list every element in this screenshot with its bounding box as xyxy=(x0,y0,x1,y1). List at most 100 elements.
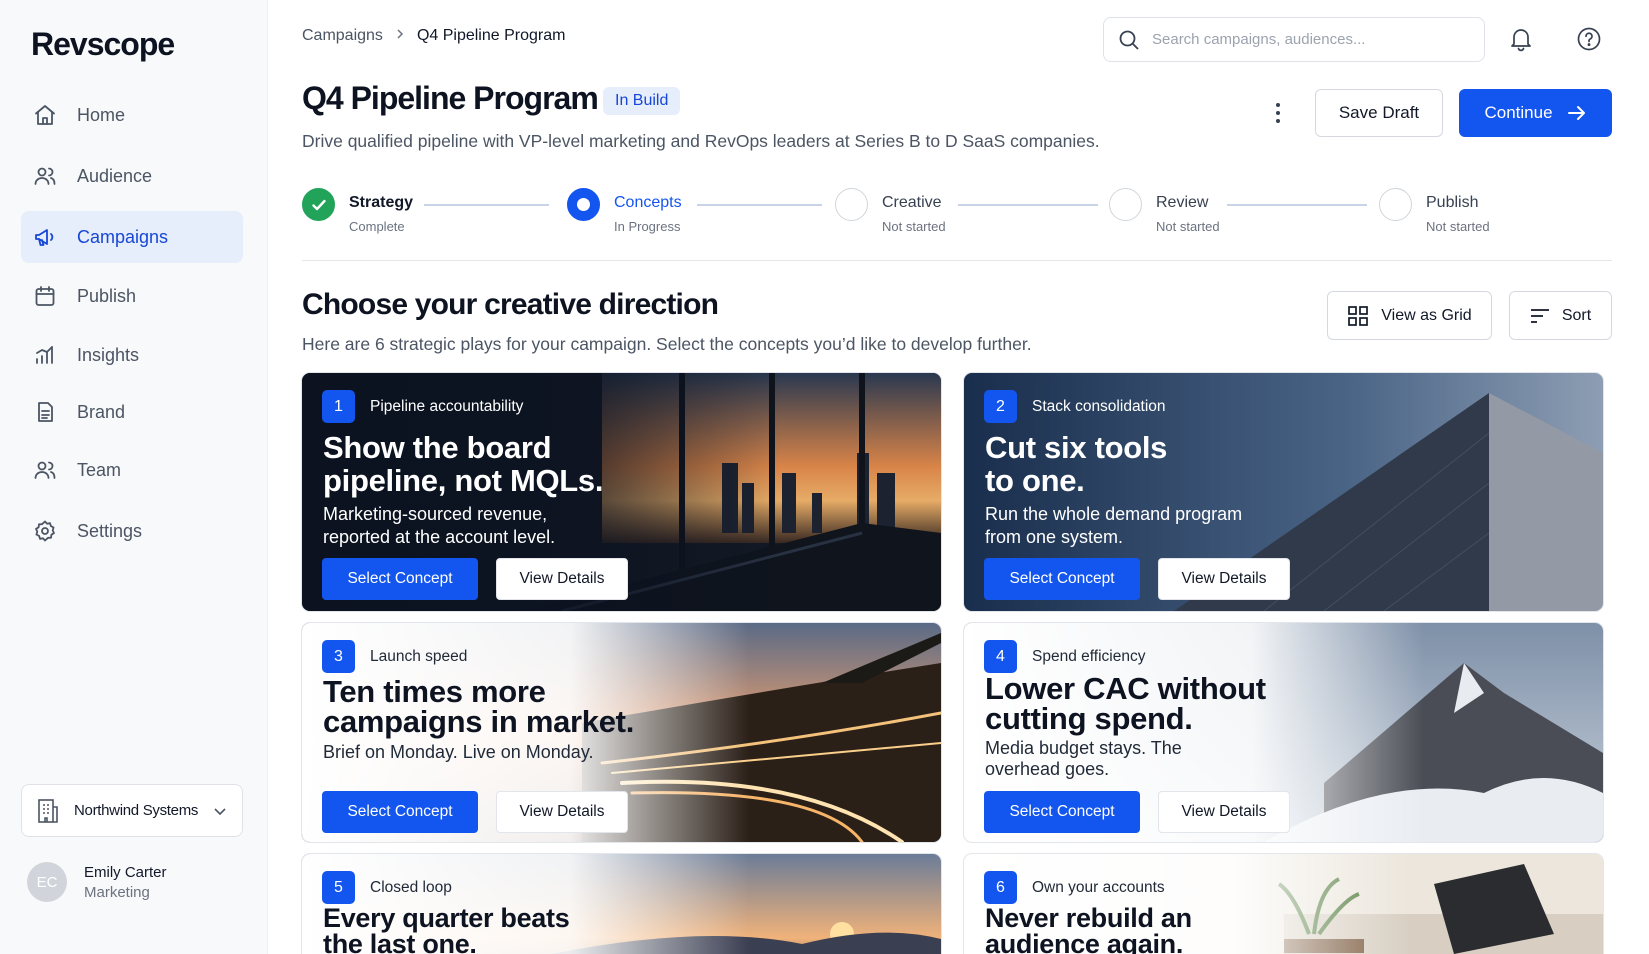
users-icon xyxy=(33,164,57,188)
step-publish[interactable]: Publish Not started xyxy=(1379,188,1490,234)
sidebar-item-brand[interactable]: Brand xyxy=(21,386,243,438)
concept-number: 4 xyxy=(984,640,1017,673)
user-profile[interactable]: EC Emily Carter Marketing xyxy=(27,862,167,902)
pending-step-indicator xyxy=(835,188,868,221)
page-title: Q4 Pipeline Program xyxy=(302,80,599,116)
sidebar-item-audience[interactable]: Audience xyxy=(21,150,243,202)
concept-tag: Pipeline accountability xyxy=(370,398,524,415)
concept-tag: Launch speed xyxy=(370,648,468,665)
sidebar-item-publish[interactable]: Publish xyxy=(21,270,243,322)
concept-tag: Stack consolidation xyxy=(1032,398,1166,415)
select-concept-button[interactable]: Select Concept xyxy=(322,791,478,833)
sidebar-item-settings[interactable]: Settings xyxy=(21,505,243,557)
concept-card-3[interactable]: 3 Launch speed Ten times more campaigns … xyxy=(302,623,941,842)
save-draft-button[interactable]: Save Draft xyxy=(1315,89,1443,137)
help-icon[interactable] xyxy=(1576,26,1602,52)
chevron-right-icon xyxy=(395,27,405,45)
view-details-button[interactable]: View Details xyxy=(1158,791,1290,833)
bar-chart-icon xyxy=(33,343,57,367)
status-badge: In Build xyxy=(603,87,681,115)
search-input[interactable] xyxy=(1152,31,1452,48)
view-as-grid-button[interactable]: View as Grid xyxy=(1327,291,1492,340)
select-concept-button[interactable]: Select Concept xyxy=(984,558,1140,600)
view-details-button[interactable]: View Details xyxy=(496,791,628,833)
sort-icon xyxy=(1530,308,1550,324)
step-connector xyxy=(697,204,822,206)
arrow-right-icon xyxy=(1567,105,1587,121)
breadcrumb-campaigns[interactable]: Campaigns xyxy=(302,27,383,45)
step-label: Concepts xyxy=(614,194,682,211)
concept-card-1[interactable]: 1 Pipeline accountability Show the board… xyxy=(302,373,941,611)
sidebar-item-insights[interactable]: Insights xyxy=(21,329,243,381)
megaphone-icon xyxy=(33,225,57,249)
concept-headline: Ten times more campaigns in market. xyxy=(323,674,635,739)
concept-card-5[interactable]: 5 Closed loop Every quarter beats the la… xyxy=(302,854,941,954)
step-concepts[interactable]: Concepts In Progress xyxy=(567,188,682,234)
view-label: View as Grid xyxy=(1381,306,1472,324)
home-icon xyxy=(33,103,57,127)
sidebar-item-label: Publish xyxy=(77,285,137,306)
concept-number: 1 xyxy=(322,390,355,423)
continue-button[interactable]: Continue xyxy=(1459,89,1612,137)
section-subtitle: Here are 6 strategic plays for your camp… xyxy=(302,334,1032,354)
org-name: Northwind Systems xyxy=(74,802,199,819)
step-status: Not started xyxy=(1426,219,1490,234)
view-details-button[interactable]: View Details xyxy=(1158,558,1290,600)
step-review[interactable]: Review Not started xyxy=(1109,188,1220,234)
step-label: Review xyxy=(1156,194,1209,211)
concept-body: Brief on Monday. Live on Monday. xyxy=(323,742,594,762)
select-concept-button[interactable]: Select Concept xyxy=(984,791,1140,833)
sidebar-item-label: Brand xyxy=(77,401,126,422)
sidebar: Revscope Home Audience Campaigns Publish… xyxy=(0,0,268,954)
current-step-indicator xyxy=(567,188,600,221)
grid-icon xyxy=(1347,305,1369,327)
concept-card-4[interactable]: 4 Spend efficiency Lower CAC without cut… xyxy=(964,623,1603,842)
section-title: Choose your creative direction xyxy=(302,288,719,321)
user-name: Emily Carter xyxy=(84,863,167,881)
sidebar-item-campaigns[interactable]: Campaigns xyxy=(21,211,243,263)
concept-headline: Cut six tools to one. xyxy=(985,430,1168,498)
sidebar-item-label: Audience xyxy=(77,165,153,186)
concept-headline: Show the board pipeline, not MQLs. xyxy=(323,430,604,498)
concept-card-2[interactable]: 2 Stack consolidation Cut six tools to o… xyxy=(964,373,1603,611)
concept-tag: Spend efficiency xyxy=(1032,648,1146,665)
app-logo[interactable]: Revscope xyxy=(31,26,175,63)
calendar-icon xyxy=(33,284,57,308)
select-concept-button[interactable]: Select Concept xyxy=(322,558,478,600)
page-subtitle: Drive qualified pipeline with VP-level m… xyxy=(302,131,1100,151)
step-connector xyxy=(424,204,549,206)
breadcrumb: Campaigns Q4 Pipeline Program xyxy=(302,27,565,45)
concept-number: 5 xyxy=(322,871,355,904)
concept-headline: Lower CAC without cutting spend. xyxy=(985,671,1266,736)
concept-number: 6 xyxy=(984,871,1017,904)
users-icon xyxy=(33,458,57,482)
concept-tag: Closed loop xyxy=(370,879,452,896)
step-creative[interactable]: Creative Not started xyxy=(835,188,946,234)
view-details-button[interactable]: View Details xyxy=(496,558,628,600)
concept-body: Run the whole demand program from one sy… xyxy=(985,504,1243,547)
step-connector xyxy=(958,204,1098,206)
more-options-icon[interactable] xyxy=(1268,100,1288,126)
sort-button[interactable]: Sort xyxy=(1509,291,1612,340)
step-status: Not started xyxy=(1156,219,1220,234)
concept-headline: Every quarter beats the last one. xyxy=(323,903,570,954)
step-status: Complete xyxy=(349,219,405,234)
sort-label: Sort xyxy=(1561,306,1592,324)
sidebar-item-home[interactable]: Home xyxy=(21,89,243,141)
step-label: Publish xyxy=(1426,194,1479,211)
search-box[interactable] xyxy=(1103,17,1485,62)
sidebar-item-label: Home xyxy=(77,104,126,125)
concept-card-6[interactable]: 6 Own your accounts Never rebuild an aud… xyxy=(964,854,1603,954)
divider xyxy=(302,260,1612,261)
step-strategy[interactable]: Strategy Complete xyxy=(302,188,413,234)
breadcrumb-current: Q4 Pipeline Program xyxy=(416,27,566,44)
bell-icon[interactable] xyxy=(1508,26,1534,52)
org-switcher[interactable]: Northwind Systems xyxy=(21,784,243,837)
concept-number: 2 xyxy=(984,390,1017,423)
pending-step-indicator xyxy=(1109,188,1142,221)
step-connector xyxy=(1227,204,1367,206)
sidebar-item-team[interactable]: Team xyxy=(21,444,243,496)
check-icon xyxy=(302,188,335,221)
pending-step-indicator xyxy=(1379,188,1412,221)
search-icon xyxy=(1118,29,1140,51)
